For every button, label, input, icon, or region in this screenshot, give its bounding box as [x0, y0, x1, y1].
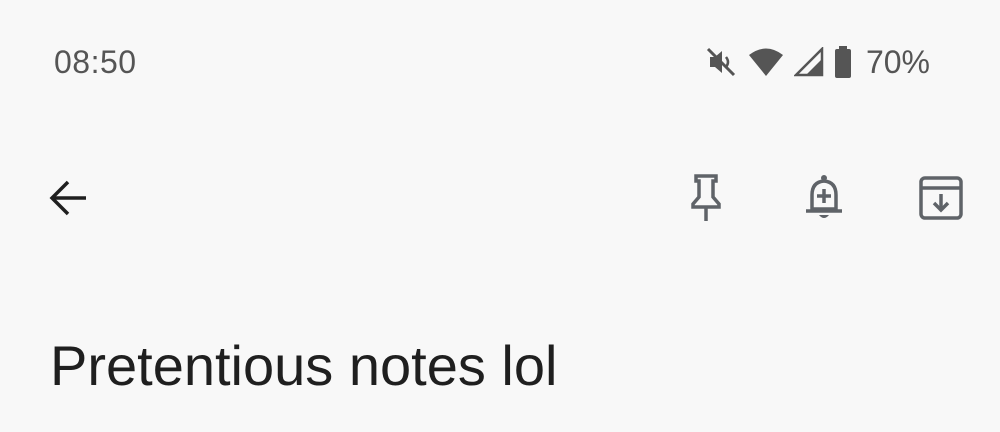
- archive-button[interactable]: [911, 169, 971, 229]
- note-title[interactable]: Pretentious notes lol: [50, 330, 557, 402]
- cellular-signal-icon: [793, 47, 824, 77]
- archive-icon: [918, 175, 964, 224]
- reminder-button[interactable]: [794, 169, 854, 229]
- wifi-icon: [748, 46, 784, 78]
- back-button[interactable]: [38, 169, 98, 229]
- vibrate-off-icon: [704, 45, 738, 79]
- pin-icon: [684, 173, 728, 226]
- add-alert-icon: [802, 173, 846, 226]
- note-editor-screen: 08:50 70% Pretentious notes lol: [0, 0, 1000, 432]
- arrow-back-icon: [46, 176, 90, 223]
- note-toolbar: [0, 150, 1000, 250]
- battery-icon: [834, 45, 852, 79]
- status-icons: 70%: [704, 40, 930, 84]
- status-time: 08:50: [54, 44, 137, 80]
- status-bar: 08:50 70%: [0, 0, 1000, 120]
- pin-button[interactable]: [676, 169, 736, 229]
- battery-percent: 70%: [865, 44, 930, 80]
